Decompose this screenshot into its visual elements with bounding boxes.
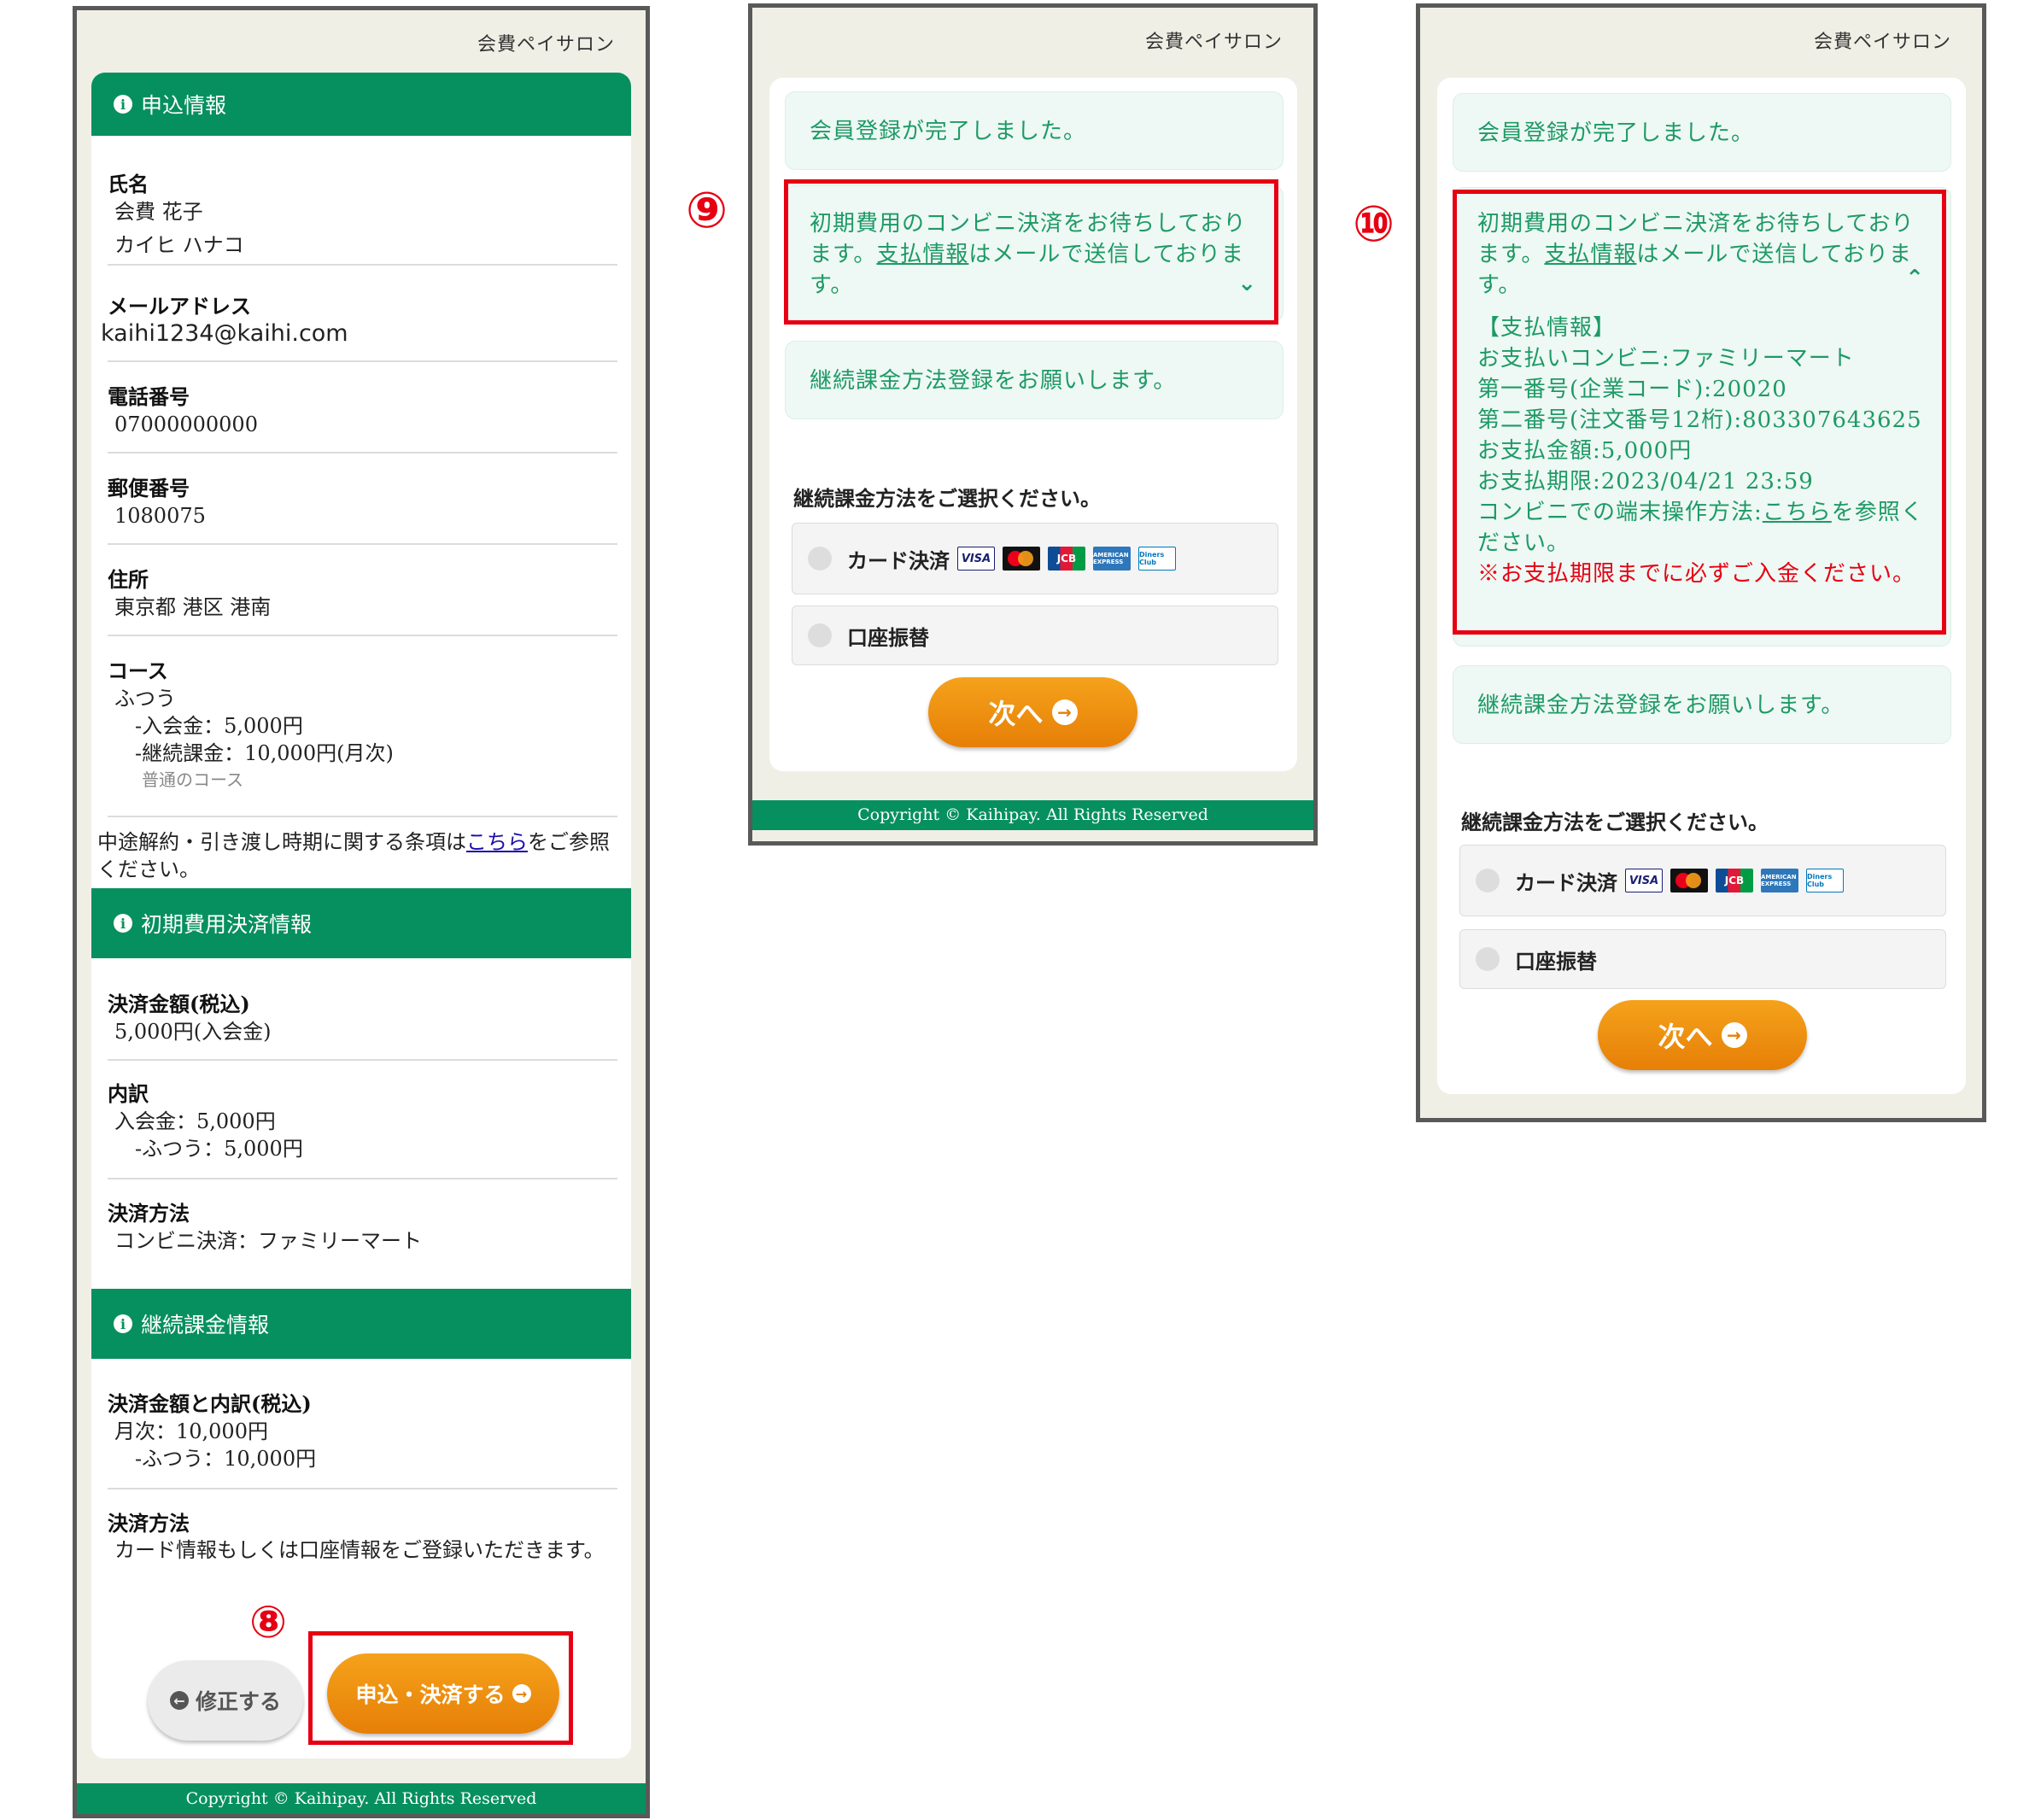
field-method: 決済方法 コンビニ決済：ファミリーマート	[108, 1201, 422, 1253]
screen-registration-complete: 会費ペイサロン 会員登録が完了しました。 初期費用のコンビニ決済をお待ちしており…	[748, 3, 1318, 846]
step-marker-10: ⑩	[1353, 195, 1395, 253]
info-icon: i	[114, 914, 132, 933]
notice-registration-complete: 会員登録が完了しました。	[785, 91, 1284, 170]
jcb-icon: JCB	[1048, 547, 1085, 571]
payment-method-prompt: 継続課金方法をご選択ください。	[793, 486, 1101, 511]
section-header-recurring: i 継続課金情報	[91, 1289, 631, 1359]
field-recurring-method: 決済方法 カード情報もしくは口座情報をご登録いただきます。	[108, 1511, 605, 1562]
notice-registration-complete: 会員登録が完了しました。	[1453, 93, 1951, 172]
radio-card[interactable]	[808, 547, 832, 571]
brand-name: 会費ペイサロン	[1144, 32, 1283, 53]
step-marker-8: ⑧	[249, 1597, 288, 1648]
visa-icon: VISA	[957, 547, 995, 571]
arrow-left-circle-icon: ←	[169, 1691, 189, 1710]
visa-icon: VISA	[1625, 869, 1663, 892]
arrow-right-circle-icon: →	[1721, 1022, 1747, 1048]
step-marker-9: ⑨	[686, 181, 728, 239]
payment-method-prompt: 継続課金方法をご選択ください。	[1461, 810, 1769, 834]
diners-icon: Diners Club	[1806, 869, 1844, 892]
next-button[interactable]: 次へ →	[1598, 1000, 1807, 1070]
field-amount: 決済金額(税込) 5,000円(入会金)	[108, 991, 617, 1061]
field-breakdown: 内訳 入会金：5,000円 -ふつう：5,000円	[108, 1080, 617, 1179]
brand-name: 会費ペイサロン	[477, 34, 615, 56]
field-phone: 電話番号 07000000000	[108, 383, 617, 454]
highlight-box-10	[1453, 190, 1946, 635]
section-header-application: i 申込情報	[91, 73, 631, 136]
option-bank-transfer[interactable]: 口座振替	[1459, 929, 1946, 989]
notice-recurring-request: 継続課金方法登録をお願いします。	[1453, 665, 1951, 744]
field-address: 住所 東京都 港区 港南	[108, 566, 617, 636]
diners-icon: Diners Club	[1138, 547, 1176, 571]
mastercard-icon	[1670, 869, 1708, 892]
terms-link[interactable]: こちら	[466, 830, 528, 854]
terms-text: 中途解約・引き渡し時期に関する条項はこちらをご参照ください。	[97, 830, 610, 881]
field-course: コース ふつう -入会金：5,000円 -継続課金：10,000円(月次) 普通…	[108, 658, 617, 817]
screen-application-confirm: 会費ペイサロン i 申込情報 氏名 会費 花子 カイヒ ハナコ メールアドレス …	[73, 6, 650, 1818]
field-postal: 郵便番号 1080075	[108, 475, 617, 545]
field-name: 氏名 会費 花子 カイヒ ハナコ	[108, 171, 617, 266]
option-bank-transfer[interactable]: 口座振替	[792, 606, 1278, 665]
next-button[interactable]: 次へ →	[928, 677, 1137, 747]
arrow-right-circle-icon: →	[1051, 699, 1078, 725]
edit-button[interactable]: ← 修正する	[148, 1660, 303, 1741]
footer-copyright: Copyright © Kaihipay. All Rights Reserve…	[77, 1783, 646, 1814]
highlight-box-8	[308, 1631, 573, 1745]
radio-card[interactable]	[1476, 869, 1500, 892]
info-icon: i	[114, 1314, 132, 1333]
footer-copyright: Copyright © Kaihipay. All Rights Reserve…	[752, 800, 1313, 830]
field-recurring-amount: 決済金額と内訳(税込) 月次：10,000円 -ふつう：10,000円	[108, 1390, 617, 1489]
content-card: i 申込情報 氏名 会費 花子 カイヒ ハナコ メールアドレス kaihi123…	[91, 73, 631, 1759]
section-header-initial-payment: i 初期費用決済情報	[91, 888, 631, 958]
amex-icon: AMERICAN EXPRESS	[1761, 869, 1798, 892]
option-card-payment[interactable]: カード決済 VISA JCB AMERICAN EXPRESS Diners C…	[792, 523, 1278, 594]
jcb-icon: JCB	[1716, 869, 1753, 892]
field-email: メールアドレス kaihi1234@kaihi.com	[101, 293, 617, 362]
amex-icon: AMERICAN EXPRESS	[1093, 547, 1131, 571]
notice-recurring-request: 継続課金方法登録をお願いします。	[785, 341, 1284, 419]
mastercard-icon	[1003, 547, 1040, 571]
highlight-box-9	[784, 179, 1278, 325]
option-card-payment[interactable]: カード決済 VISA JCB AMERICAN EXPRESS Diners C…	[1459, 845, 1946, 916]
radio-bank[interactable]	[1476, 947, 1500, 971]
radio-bank[interactable]	[808, 623, 832, 647]
brand-name: 会費ペイサロン	[1813, 32, 1951, 53]
info-icon: i	[114, 95, 132, 114]
